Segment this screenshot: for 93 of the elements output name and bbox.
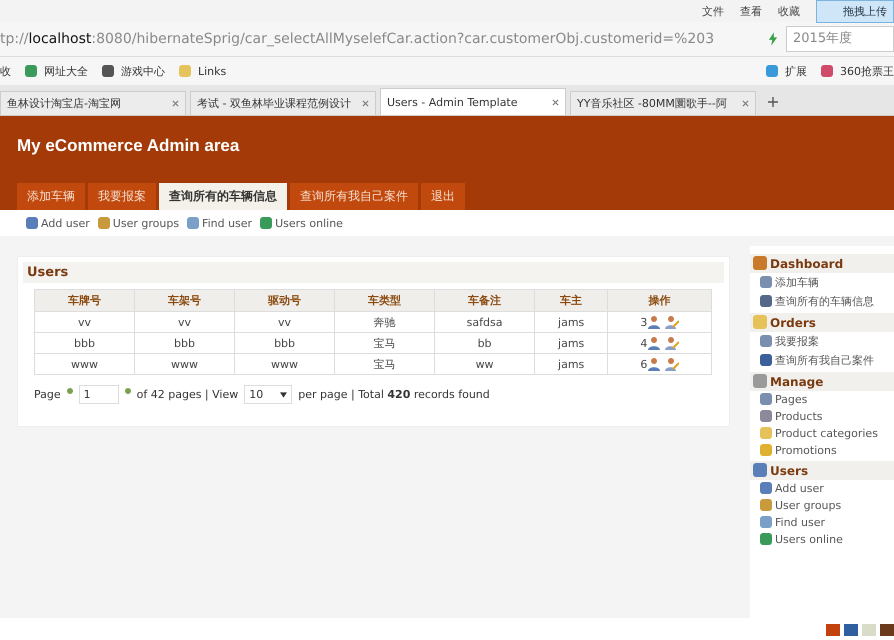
table-cell: www bbox=[134, 354, 235, 374]
column-header: 车备注 bbox=[434, 290, 535, 312]
page-input[interactable]: 1 bbox=[78, 385, 119, 404]
nav-tab[interactable]: 添加车辆 bbox=[17, 183, 85, 210]
nav-tab[interactable]: 退出 bbox=[421, 183, 465, 210]
table-cell: vv bbox=[134, 312, 235, 332]
browser-tab[interactable]: YY音乐社区 -80MM圜歌手--阿 bbox=[570, 91, 756, 115]
bookmark-link[interactable]: 收 bbox=[0, 64, 11, 78]
sidebar-item[interactable]: 我要报案 bbox=[750, 332, 894, 351]
table-cell: vv bbox=[34, 312, 135, 332]
site-title: My eCommerce Admin area bbox=[16, 135, 240, 156]
action-cell: 3 bbox=[608, 312, 712, 332]
column-header: 驱动号 bbox=[234, 290, 335, 312]
column-header: 车牌号 bbox=[34, 290, 135, 312]
edit-icon[interactable] bbox=[664, 315, 679, 329]
pager-summary: per page | Total 420 records found bbox=[298, 388, 490, 401]
browser-tab[interactable]: 考试 - 双鱼林毕业课程范例设计 bbox=[190, 91, 376, 115]
lightning-icon[interactable] bbox=[768, 32, 778, 46]
edit-icon[interactable] bbox=[664, 336, 679, 350]
sidebar-heading: Orders bbox=[750, 313, 894, 332]
column-header: 车类型 bbox=[334, 290, 435, 312]
close-icon[interactable] bbox=[362, 100, 369, 107]
sub-nav-link[interactable]: User groups bbox=[98, 216, 180, 230]
menu-item[interactable]: 收藏 bbox=[778, 4, 800, 18]
sidebar-item[interactable]: Products bbox=[750, 408, 894, 425]
table-cell: www bbox=[34, 354, 135, 374]
sidebar-item[interactable]: 查询所有我自己案件 bbox=[750, 351, 894, 370]
bookmark-link[interactable]: 游戏中心 bbox=[102, 64, 165, 78]
pager-text: of 42 pages | View bbox=[136, 388, 238, 401]
upload-button[interactable]: 拖拽上传 bbox=[816, 0, 894, 22]
sidebar-item[interactable]: 查询所有的车辆信息 bbox=[750, 292, 894, 311]
theme-swatch[interactable] bbox=[880, 624, 894, 636]
sidebar-item[interactable]: Product categories bbox=[750, 425, 894, 442]
table-cell: vv bbox=[234, 312, 335, 332]
person-icon[interactable] bbox=[647, 315, 662, 329]
sidebar-heading: Manage bbox=[750, 372, 894, 391]
close-icon[interactable] bbox=[742, 100, 749, 107]
sidebar-item[interactable]: Promotions bbox=[750, 442, 894, 459]
sidebar-item[interactable]: Pages bbox=[750, 391, 894, 408]
sidebar-item[interactable]: User groups bbox=[750, 497, 894, 514]
sidebar-item[interactable]: Find user bbox=[750, 514, 894, 531]
close-icon[interactable] bbox=[172, 100, 179, 107]
bookmark-link[interactable]: 网址大全 bbox=[25, 64, 88, 78]
table-cell: www bbox=[234, 354, 335, 374]
table-cell: safdsa bbox=[434, 312, 535, 332]
table-cell: 宝马 bbox=[334, 354, 435, 374]
nav-tab[interactable]: 我要报案 bbox=[88, 183, 156, 210]
sub-nav-link[interactable]: Find user bbox=[187, 216, 252, 230]
table-cell: jams bbox=[534, 354, 608, 374]
dropdown-caret-icon[interactable] bbox=[280, 392, 288, 398]
theme-swatch[interactable] bbox=[844, 624, 858, 636]
table-cell: bb bbox=[434, 332, 535, 354]
sidebar-item[interactable]: 添加车辆 bbox=[750, 273, 894, 292]
table-cell: bbb bbox=[134, 332, 235, 354]
toolbar-link[interactable]: 360抢票王 bbox=[821, 64, 894, 78]
sidebar-heading: Dashboard bbox=[750, 254, 894, 273]
sub-nav-link[interactable]: Users online bbox=[260, 216, 343, 230]
toolbar-link[interactable]: 扩展 bbox=[766, 64, 807, 78]
menu-item[interactable]: 查看 bbox=[740, 4, 762, 18]
close-icon[interactable] bbox=[552, 98, 559, 106]
sidebar-item[interactable]: Add user bbox=[750, 480, 894, 497]
table-cell: jams bbox=[534, 332, 608, 354]
sub-nav-link[interactable]: Add user bbox=[26, 216, 90, 230]
table-cell: bbb bbox=[234, 332, 335, 354]
column-header: 操作 bbox=[608, 290, 712, 312]
edit-icon[interactable] bbox=[664, 357, 679, 371]
browser-tab[interactable]: 鱼林设计淘宝店-淘宝网 bbox=[0, 91, 186, 115]
column-header: 车架号 bbox=[134, 290, 235, 312]
menu-item[interactable]: 文件 bbox=[702, 4, 724, 18]
theme-swatch[interactable] bbox=[826, 624, 840, 636]
person-icon[interactable] bbox=[647, 357, 662, 371]
table-cell: 奔驰 bbox=[334, 312, 435, 332]
pager-label: Page bbox=[34, 388, 61, 401]
action-cell: 4 bbox=[608, 332, 712, 354]
nav-tab[interactable]: 查询所有我自己案件 bbox=[290, 183, 418, 210]
table-cell: bbb bbox=[34, 332, 135, 354]
table-cell: jams bbox=[534, 312, 608, 332]
nav-tab[interactable]: 查询所有的车辆信息 bbox=[159, 183, 287, 210]
search-field[interactable]: 2015年度 bbox=[786, 26, 894, 52]
browser-tab[interactable]: Users - Admin Template bbox=[380, 88, 566, 115]
table-cell: 宝马 bbox=[334, 332, 435, 354]
sidebar-item[interactable]: Users online bbox=[750, 531, 894, 548]
new-tab-icon[interactable] bbox=[768, 97, 778, 107]
per-page-select[interactable]: 10 bbox=[244, 385, 292, 404]
table-cell: ww bbox=[434, 354, 535, 374]
column-header: 车主 bbox=[534, 290, 608, 312]
panel-title: Users bbox=[23, 262, 724, 283]
sidebar-heading: Users bbox=[750, 461, 894, 480]
address-field[interactable]: tp://localhost:8080/hibernateSprig/car_selectAllMyselefCar.action?car.customerObj.customerid=%203 bbox=[0, 31, 760, 47]
action-cell: 6 bbox=[608, 354, 712, 374]
bookmark-link[interactable]: Links bbox=[179, 64, 226, 78]
person-icon[interactable] bbox=[647, 336, 662, 350]
theme-swatch[interactable] bbox=[862, 624, 876, 636]
